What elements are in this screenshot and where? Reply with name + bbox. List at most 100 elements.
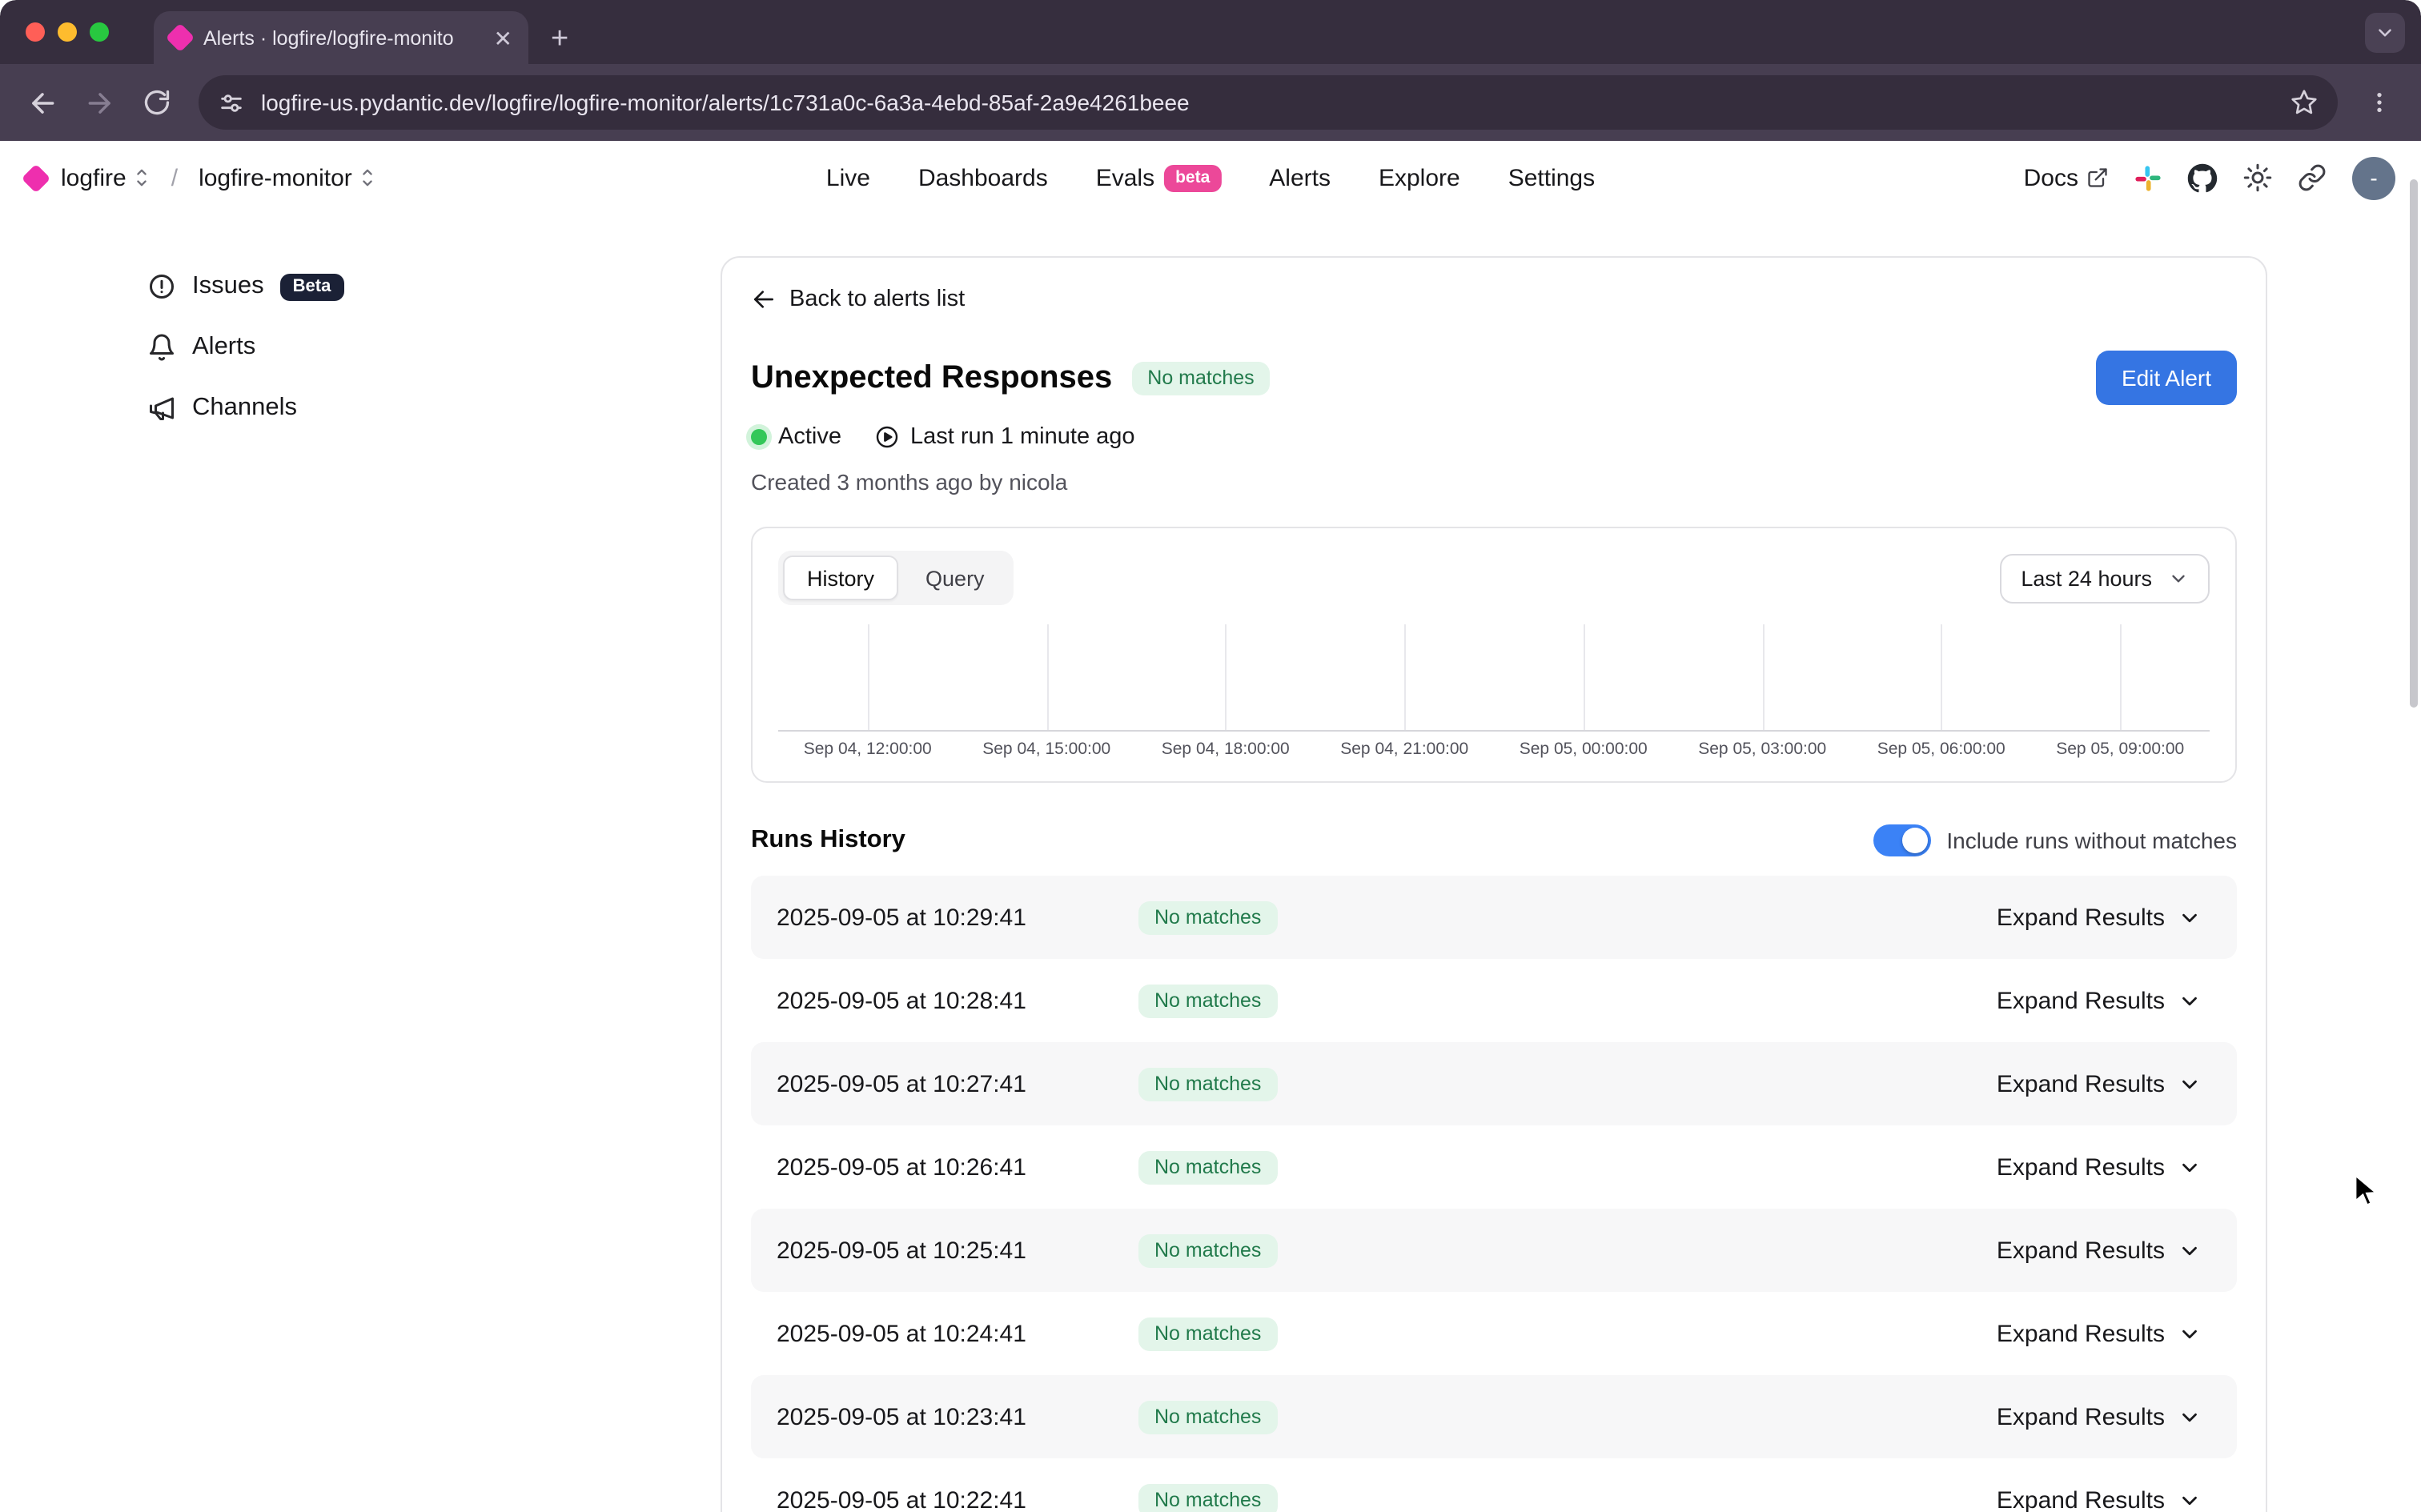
bookmark-star-icon[interactable]: [2290, 88, 2319, 117]
x-tick: Sep 04, 18:00:00: [1136, 740, 1315, 759]
play-circle-icon: [873, 424, 899, 450]
expand-results-button[interactable]: Expand Results: [1987, 1318, 2211, 1349]
run-row: 2025-09-05 at 10:28:41 No matches Expand…: [751, 959, 2237, 1042]
run-row: 2025-09-05 at 10:26:41 No matches Expand…: [751, 1125, 2237, 1209]
nav-explore[interactable]: Explore: [1379, 164, 1460, 191]
nav-live[interactable]: Live: [826, 164, 870, 191]
docs-link[interactable]: Docs: [2024, 164, 2109, 191]
evals-beta-badge: beta: [1164, 164, 1221, 191]
sidebar-item-label: Issues: [192, 272, 264, 301]
github-button[interactable]: [2187, 162, 2218, 193]
sidebar-item-alerts[interactable]: Alerts: [147, 317, 705, 378]
nav-dashboards-label: Dashboards: [918, 164, 1048, 191]
nav-evals[interactable]: Evalsbeta: [1096, 164, 1222, 191]
user-avatar[interactable]: -: [2352, 156, 2395, 199]
avatar-label: -: [2370, 165, 2377, 191]
org-name: logfire: [61, 164, 126, 191]
reload-button[interactable]: [131, 77, 183, 128]
expand-results-button[interactable]: Expand Results: [1987, 1235, 2211, 1265]
tab-close-icon[interactable]: ✕: [494, 26, 512, 49]
reload-icon: [143, 88, 171, 117]
x-tick: Sep 04, 15:00:00: [958, 740, 1137, 759]
sidebar-item-channels[interactable]: Channels: [147, 378, 705, 439]
tab-query[interactable]: Query: [901, 555, 1009, 600]
x-tick: Sep 04, 21:00:00: [1315, 740, 1495, 759]
expand-results-button[interactable]: Expand Results: [1987, 902, 2211, 932]
forward-arrow-icon: [84, 87, 114, 118]
run-row: 2025-09-05 at 10:22:41 No matches Expand…: [751, 1458, 2237, 1512]
sidebar-item-issues[interactable]: Issues Beta: [147, 256, 705, 317]
run-no-matches-badge: No matches: [1138, 984, 1277, 1017]
slack-button[interactable]: [2134, 164, 2162, 191]
history-chart-plot: [778, 624, 2210, 732]
created-line: Created 3 months ago by nicola: [751, 469, 2237, 495]
forward-button[interactable]: [74, 77, 125, 128]
expand-results-button[interactable]: Expand Results: [1987, 985, 2211, 1016]
no-matches-badge: No matches: [1131, 361, 1270, 395]
browser-window: Alerts · logfire/logfire-monito ✕ + logf…: [0, 0, 2421, 1512]
issues-alert-icon: [147, 272, 176, 301]
edit-alert-button[interactable]: Edit Alert: [2096, 351, 2237, 405]
docs-label: Docs: [2024, 164, 2078, 191]
back-button[interactable]: [16, 77, 67, 128]
time-range-select[interactable]: Last 24 hours: [2000, 553, 2210, 603]
run-timestamp: 2025-09-05 at 10:23:41: [777, 1403, 1116, 1430]
nav-settings-label: Settings: [1508, 164, 1595, 191]
share-link-button[interactable]: [2298, 163, 2327, 192]
sun-icon: [2243, 163, 2272, 192]
page-scrollbar[interactable]: [2410, 179, 2418, 708]
chart-column: [1852, 624, 2031, 730]
expand-results-button[interactable]: Expand Results: [1987, 1152, 2211, 1182]
expand-results-label: Expand Results: [1997, 1153, 2165, 1181]
x-tick: Sep 04, 12:00:00: [778, 740, 958, 759]
chart-header: History Query Last 24 hours: [778, 551, 2210, 605]
tab-history[interactable]: History: [783, 555, 898, 600]
site-settings-icon[interactable]: [218, 89, 245, 116]
run-timestamp: 2025-09-05 at 10:22:41: [777, 1486, 1116, 1512]
theme-toggle-button[interactable]: [2243, 163, 2272, 192]
close-window-button[interactable]: [26, 22, 45, 42]
nav-settings[interactable]: Settings: [1508, 164, 1595, 191]
project-selector[interactable]: logfire-monitor: [199, 164, 376, 191]
minimize-window-button[interactable]: [58, 22, 77, 42]
status-row: Active Last run 1 minute ago: [751, 424, 2237, 450]
project-name: logfire-monitor: [199, 164, 352, 191]
run-no-matches-badge: No matches: [1138, 1483, 1277, 1512]
url-text[interactable]: logfire-us.pydantic.dev/logfire/logfire-…: [261, 90, 2274, 115]
org-selector[interactable]: logfire: [61, 164, 151, 191]
expand-results-button[interactable]: Expand Results: [1987, 1069, 2211, 1099]
expand-results-button[interactable]: Expand Results: [1987, 1402, 2211, 1432]
sidebar-item-label: Alerts: [192, 333, 255, 362]
run-no-matches-badge: No matches: [1138, 900, 1277, 934]
expand-results-label: Expand Results: [1997, 1403, 2165, 1430]
last-run: Last run 1 minute ago: [873, 424, 1135, 450]
select-chevrons-icon: [359, 166, 376, 189]
link-icon: [2298, 163, 2327, 192]
expand-results-label: Expand Results: [1997, 987, 2165, 1014]
tab-title: Alerts · logfire/logfire-monito: [203, 26, 481, 49]
app-header: logfire / logfire-monitor Live Dashboard…: [0, 141, 2421, 215]
back-arrow-icon: [751, 287, 777, 312]
runs-history-title: Runs History: [751, 826, 905, 855]
expand-results-label: Expand Results: [1997, 1320, 2165, 1347]
expand-results-button[interactable]: Expand Results: [1987, 1485, 2211, 1512]
back-to-alerts-link[interactable]: Back to alerts list: [751, 287, 2237, 312]
browser-menu-button[interactable]: [2354, 77, 2405, 128]
nav-live-label: Live: [826, 164, 870, 191]
breadcrumb: logfire / logfire-monitor: [26, 164, 376, 191]
chevron-down-icon: [2178, 905, 2202, 929]
zoom-window-button[interactable]: [90, 22, 109, 42]
chart-column: [2031, 624, 2210, 730]
include-runs-toggle[interactable]: [1873, 824, 1930, 856]
run-no-matches-badge: No matches: [1138, 1400, 1277, 1434]
nav-dashboards[interactable]: Dashboards: [918, 164, 1048, 191]
tab-search-button[interactable]: [2365, 13, 2405, 53]
nav-alerts[interactable]: Alerts: [1269, 164, 1331, 191]
new-tab-button[interactable]: +: [551, 24, 568, 54]
page-title: Unexpected Responses: [751, 359, 1112, 396]
chevron-down-icon: [2178, 1321, 2202, 1346]
header-actions: Docs -: [2024, 156, 2395, 199]
browser-tab[interactable]: Alerts · logfire/logfire-monito ✕: [154, 11, 528, 64]
address-bar[interactable]: logfire-us.pydantic.dev/logfire/logfire-…: [199, 75, 2338, 130]
chart-column: [1315, 624, 1495, 730]
